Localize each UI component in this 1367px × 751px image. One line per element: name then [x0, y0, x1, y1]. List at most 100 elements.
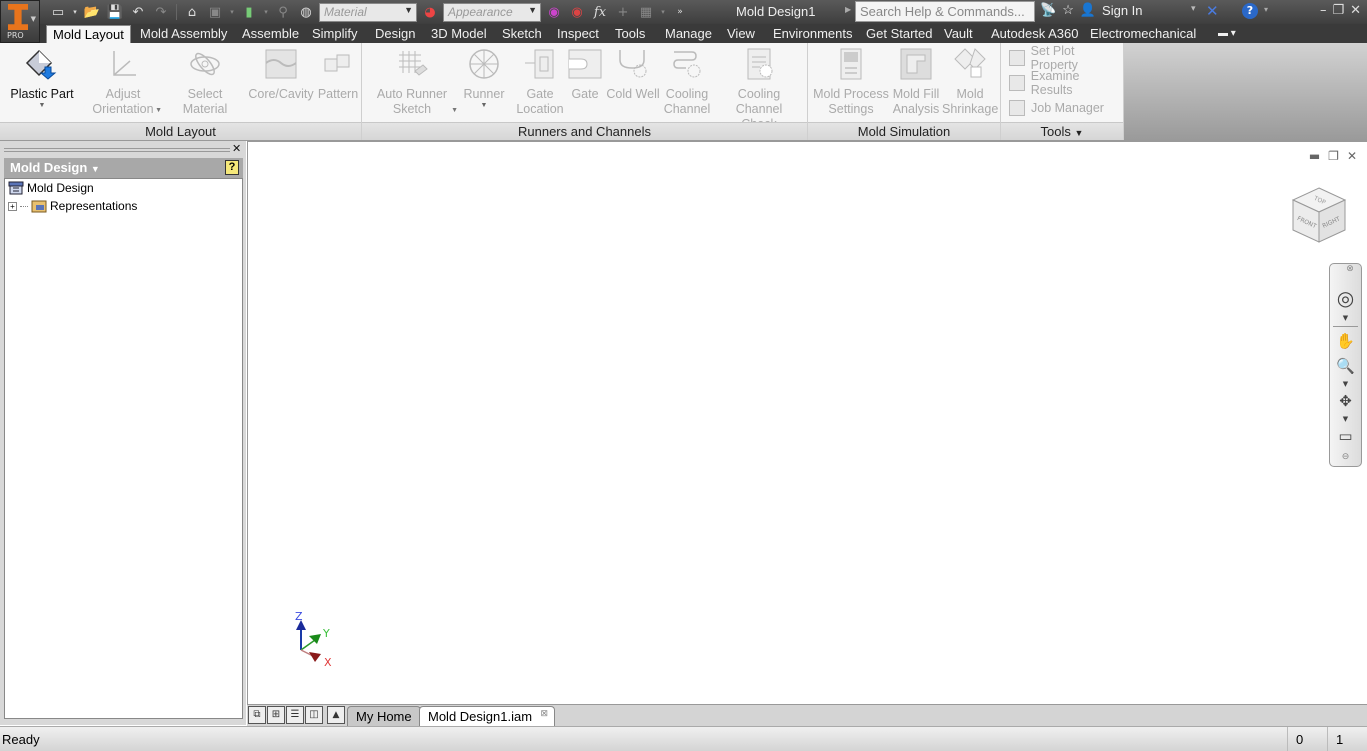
- tab-environments[interactable]: Environments: [767, 25, 858, 43]
- tab-view[interactable]: View: [721, 25, 761, 43]
- tile-horizontal-icon[interactable]: ☰: [286, 706, 304, 724]
- favorites-star-icon[interactable]: ☆: [1062, 2, 1074, 18]
- browser-drag-handle[interactable]: [4, 148, 230, 152]
- tab-autodesk-a360[interactable]: Autodesk A360: [985, 25, 1084, 43]
- viewport-minimize-icon[interactable]: ▬: [1309, 149, 1320, 163]
- auto-runner-sketch-button[interactable]: Auto Runner Sketch ▼: [374, 47, 458, 117]
- tab-electromechanical[interactable]: Electromechanical: [1084, 25, 1202, 43]
- mold-fill-analysis-button[interactable]: Mold Fill Analysis: [890, 47, 942, 117]
- select-material-button[interactable]: Select Material: [166, 47, 244, 117]
- doc-tab-mold-design1[interactable]: Mold Design1.iam ⊠: [419, 704, 556, 726]
- browser-header[interactable]: Mold Design ▼ ?: [4, 158, 243, 178]
- tab-manage[interactable]: Manage: [659, 25, 718, 43]
- material-dropdown[interactable]: Material ▼: [319, 2, 417, 22]
- select-dropdown-icon[interactable]: ▾: [262, 3, 270, 21]
- tab-design[interactable]: Design: [369, 25, 421, 43]
- parameters-icon[interactable]: fx: [590, 3, 610, 21]
- cooling-channel-check-button[interactable]: Cooling Channel Check: [714, 47, 804, 132]
- search-help-input[interactable]: Search Help & Commands...: [855, 1, 1035, 22]
- open-documents-up-icon[interactable]: ▲: [327, 706, 345, 724]
- sign-in-link[interactable]: Sign In: [1102, 3, 1142, 18]
- sign-in-dropdown-icon[interactable]: ▾: [1191, 4, 1196, 14]
- update-icon[interactable]: ▣: [205, 3, 225, 21]
- set-plot-property-button[interactable]: Set Plot Property: [1009, 44, 1123, 72]
- tab-sketch[interactable]: Sketch: [496, 25, 548, 43]
- restore-icon[interactable]: ❐: [1332, 3, 1344, 18]
- help-icon[interactable]: ?: [1242, 3, 1258, 19]
- help-dropdown-icon[interactable]: ▾: [1264, 5, 1268, 14]
- viewcube[interactable]: TOP FRONT RIGHT: [1289, 184, 1349, 250]
- mold-process-settings-button[interactable]: Mold Process Settings: [812, 47, 890, 117]
- cold-well-button[interactable]: Cold Well: [606, 47, 660, 102]
- more-icon[interactable]: »: [670, 3, 690, 21]
- mold-shrinkage-button[interactable]: Mold Shrinkage: [942, 47, 998, 117]
- ilogic-icon[interactable]: ▦: [636, 3, 656, 21]
- gate-location-button[interactable]: Gate Location: [514, 47, 566, 117]
- tab-3d-model[interactable]: 3D Model: [425, 25, 493, 43]
- navbar-close-icon[interactable]: ⊗: [1340, 264, 1360, 274]
- info-arrow-icon[interactable]: ▶: [845, 5, 851, 14]
- tab-mold-assembly[interactable]: Mold Assembly: [134, 25, 233, 43]
- appearance-dropdown[interactable]: Appearance ▼: [443, 2, 541, 22]
- redo-icon[interactable]: ↷: [151, 3, 171, 21]
- doc-tab-my-home[interactable]: My Home: [347, 706, 421, 726]
- application-menu-button[interactable]: ▼ PRO: [0, 0, 40, 43]
- tab-mold-layout[interactable]: Mold Layout: [46, 25, 131, 43]
- appearance-icon[interactable]: ◕: [420, 3, 440, 21]
- clear-appearance-icon[interactable]: ◉: [567, 3, 587, 21]
- home-icon[interactable]: ⌂: [182, 3, 202, 21]
- tab-inspect[interactable]: Inspect: [551, 25, 605, 43]
- new-dropdown-icon[interactable]: ▾: [71, 3, 79, 21]
- tree-node-representations[interactable]: + Representations: [8, 199, 137, 213]
- navbar-customize-icon[interactable]: ⊖: [1330, 452, 1361, 462]
- steering-wheel-icon[interactable]: ◎: [1330, 286, 1361, 310]
- material-icon[interactable]: ◍: [296, 3, 316, 21]
- chevron-down-icon[interactable]: ▼: [1330, 314, 1361, 322]
- orbit-icon[interactable]: ✥: [1330, 392, 1361, 410]
- tab-tools[interactable]: Tools: [609, 25, 651, 43]
- graphics-viewport[interactable]: ▬ ❐ ✕ TOP FRONT RIGHT ⊗ ◎ ▼ ✋ 🔍 ▼ ✥ ▼ ▭ …: [247, 141, 1367, 704]
- ilogic-dropdown-icon[interactable]: ▾: [659, 3, 667, 21]
- close-icon[interactable]: ✕: [1350, 3, 1361, 18]
- add-icon[interactable]: +: [613, 3, 633, 21]
- undo-icon[interactable]: ↶: [128, 3, 148, 21]
- measure-icon[interactable]: ⚲: [273, 3, 293, 21]
- subscription-center-icon[interactable]: 📡: [1040, 2, 1056, 18]
- viewport-restore-icon[interactable]: ❐: [1328, 149, 1339, 163]
- ribbon-display-toggle-icon[interactable]: ▬ ▾: [1212, 25, 1242, 43]
- adjust-appearance-icon[interactable]: ◉: [544, 3, 564, 21]
- exchange-apps-icon[interactable]: ✕: [1206, 2, 1219, 20]
- viewport-close-icon[interactable]: ✕: [1347, 149, 1357, 163]
- plastic-part-button[interactable]: Plastic Part ▼: [8, 47, 76, 110]
- tree-node-mold-design[interactable]: Mold Design: [8, 181, 94, 195]
- tile-vertical-icon[interactable]: ◫: [305, 706, 323, 724]
- tab-simplify[interactable]: Simplify: [306, 25, 364, 43]
- save-icon[interactable]: 💾: [105, 3, 125, 21]
- tab-assemble[interactable]: Assemble: [236, 25, 305, 43]
- select-icon[interactable]: ▮: [239, 3, 259, 21]
- gate-button[interactable]: Gate: [566, 47, 604, 102]
- expand-icon[interactable]: +: [8, 201, 17, 211]
- cooling-channel-button[interactable]: Cooling Channel: [662, 47, 712, 117]
- browser-help-icon[interactable]: ?: [225, 160, 239, 175]
- chevron-down-icon[interactable]: ▼: [1330, 415, 1361, 423]
- cascade-windows-icon[interactable]: ⧉: [248, 706, 266, 724]
- examine-results-button[interactable]: Examine Results: [1009, 69, 1123, 97]
- adjust-orientation-button[interactable]: Adjust Orientation ▼: [88, 47, 162, 117]
- new-icon[interactable]: ▭: [48, 3, 68, 21]
- pan-hand-icon[interactable]: ✋: [1330, 332, 1361, 350]
- zoom-icon[interactable]: 🔍: [1330, 357, 1361, 375]
- tab-vault[interactable]: Vault: [938, 25, 979, 43]
- look-at-icon[interactable]: ▭: [1330, 427, 1361, 445]
- doc-tab-close-icon[interactable]: ⊠: [541, 704, 549, 723]
- update-dropdown-icon[interactable]: ▾: [228, 3, 236, 21]
- chevron-down-icon[interactable]: ▼: [1330, 380, 1361, 388]
- job-manager-button[interactable]: Job Manager: [1009, 98, 1104, 118]
- core-cavity-button[interactable]: Core/Cavity: [248, 47, 314, 102]
- open-icon[interactable]: 📂: [82, 3, 102, 21]
- tile-windows-icon[interactable]: ⊞: [267, 706, 285, 724]
- browser-close-icon[interactable]: ✕: [232, 142, 241, 155]
- panel-title-tools[interactable]: Tools ▼: [1001, 122, 1123, 140]
- minimize-icon[interactable]: –: [1320, 3, 1327, 18]
- tab-get-started[interactable]: Get Started: [860, 25, 938, 43]
